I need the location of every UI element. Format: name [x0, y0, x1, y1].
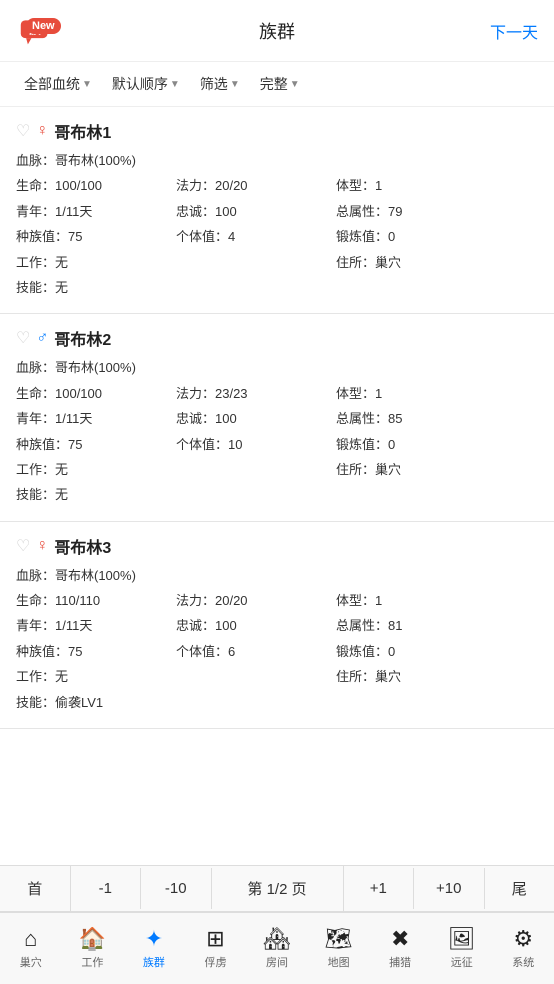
mp: 法力：20/20: [176, 589, 336, 612]
bloodline: 血脉：哥布林(100%): [16, 356, 538, 379]
filter-bar: 全部血统 ▼ 默认顺序 ▼ 筛选 ▼ 完整 ▼: [0, 62, 554, 107]
creature-name: 哥布林2: [54, 326, 111, 350]
app-icon: 族 New: [16, 12, 54, 50]
skill: 技能：无: [16, 483, 538, 506]
page-first-button[interactable]: 首: [0, 866, 71, 911]
heart-icon: ♡: [16, 328, 30, 348]
individual-val: 个体值：4: [176, 225, 336, 248]
bottom-navigation: ⌂ 巢穴 🏠 工作 ✦ 族群 ⊞ 俘虏 🏘 房间 🗺 地图 ✖ 捕猎 🖼 远征 …: [0, 912, 554, 984]
total-attr: 总属性：79: [336, 200, 538, 223]
gender-icon: ♀: [36, 537, 48, 555]
youth: 青年：1/11天: [16, 614, 176, 637]
hp: 生命：100/100: [16, 174, 176, 197]
page-prev10-button[interactable]: -10: [141, 868, 212, 909]
individual-val: 个体值：6: [176, 640, 336, 663]
tribe-icon: ✦: [145, 928, 163, 950]
loyalty: 忠诚：100: [176, 200, 336, 223]
tribe-val: 种族值：75: [16, 640, 176, 663]
bloodline: 血脉：哥布林(100%): [16, 149, 538, 172]
hp: 生命：110/110: [16, 589, 176, 612]
room-icon: 🏘: [263, 928, 291, 950]
total-attr: 总属性：81: [336, 614, 538, 637]
page-title: 族群: [259, 18, 295, 44]
filter-complete[interactable]: 完整 ▼: [252, 70, 308, 98]
mp: 法力：23/23: [176, 382, 336, 405]
list-item[interactable]: ♡ ♀ 哥布林3 血脉：哥布林(100%) 生命：110/110 法力：20/2…: [0, 522, 554, 729]
loyalty: 忠诚：100: [176, 407, 336, 430]
skill: 技能：无: [16, 276, 538, 299]
forge-val: 锻炼值：0: [336, 433, 538, 456]
work: 工作：无: [16, 458, 176, 481]
pagination-bar: 首 -1 -10 第 1/2 页 +1 +10 尾: [0, 865, 554, 912]
body: 体型：1: [336, 382, 538, 405]
page-last-button[interactable]: 尾: [485, 866, 554, 911]
bloodline: 血脉：哥布林(100%): [16, 564, 538, 587]
hunt-icon: ✖: [391, 928, 409, 950]
page-prev1-button[interactable]: -1: [71, 868, 142, 909]
creature-list: ♡ ♀ 哥布林1 血脉：哥布林(100%) 生命：100/100 法力：20/2…: [0, 107, 554, 865]
work: 工作：无: [16, 665, 176, 688]
nav-item-nest[interactable]: ⌂ 巢穴: [0, 913, 62, 984]
filter-order[interactable]: 默认顺序 ▼: [104, 70, 188, 98]
header: 族 New 族群 下一天: [0, 0, 554, 62]
filter-screen[interactable]: 筛选 ▼: [192, 70, 248, 98]
nest-icon: ⌂: [24, 928, 37, 950]
chevron-down-icon: ▼: [170, 79, 180, 90]
work: 工作：无: [16, 251, 176, 274]
youth: 青年：1/11天: [16, 200, 176, 223]
new-badge: New: [26, 18, 61, 34]
chevron-down-icon: ▼: [290, 79, 300, 90]
forge-val: 锻炼值：0: [336, 640, 538, 663]
gender-icon: ♀: [36, 122, 48, 140]
mp: 法力：20/20: [176, 174, 336, 197]
nav-item-tribe[interactable]: ✦ 族群: [123, 913, 185, 984]
list-item[interactable]: ♡ ♀ 哥布林1 血脉：哥布林(100%) 生命：100/100 法力：20/2…: [0, 107, 554, 314]
nav-item-system[interactable]: ⚙ 系统: [493, 913, 554, 984]
creature-name: 哥布林1: [54, 119, 111, 143]
nav-item-expedition[interactable]: 🖼 远征: [431, 913, 493, 984]
loyalty: 忠诚：100: [176, 614, 336, 637]
system-icon: ⚙: [513, 928, 533, 950]
chevron-down-icon: ▼: [230, 79, 240, 90]
tribe-val: 种族值：75: [16, 433, 176, 456]
hp: 生命：100/100: [16, 382, 176, 405]
prisoner-icon: ⊞: [206, 928, 224, 950]
filter-bloodline[interactable]: 全部血统 ▼: [16, 70, 100, 98]
nav-item-work[interactable]: 🏠 工作: [62, 913, 124, 984]
nav-item-hunt[interactable]: ✖ 捕猎: [369, 913, 431, 984]
youth: 青年：1/11天: [16, 407, 176, 430]
creature-name: 哥布林3: [54, 534, 111, 558]
chevron-down-icon: ▼: [82, 79, 92, 90]
skill: 技能：偷袭LV1: [16, 691, 538, 714]
heart-icon: ♡: [16, 121, 30, 141]
gender-icon: ♂: [36, 329, 48, 347]
page-next10-button[interactable]: +10: [414, 868, 485, 909]
individual-val: 个体值：10: [176, 433, 336, 456]
forge-val: 锻炼值：0: [336, 225, 538, 248]
nav-item-prisoner[interactable]: ⊞ 俘虏: [185, 913, 247, 984]
body: 体型：1: [336, 174, 538, 197]
total-attr: 总属性：85: [336, 407, 538, 430]
home: 住所：巢穴: [336, 251, 538, 274]
page-info: 第 1/2 页: [212, 866, 344, 911]
body: 体型：1: [336, 589, 538, 612]
home: 住所：巢穴: [336, 665, 538, 688]
nav-item-room[interactable]: 🏘 房间: [246, 913, 308, 984]
list-item[interactable]: ♡ ♂ 哥布林2 血脉：哥布林(100%) 生命：100/100 法力：23/2…: [0, 314, 554, 521]
nav-item-map[interactable]: 🗺 地图: [308, 913, 370, 984]
next-day-button[interactable]: 下一天: [490, 19, 538, 43]
page-next1-button[interactable]: +1: [344, 868, 415, 909]
tribe-val: 种族值：75: [16, 225, 176, 248]
expedition-icon: 🖼: [448, 928, 476, 950]
home: 住所：巢穴: [336, 458, 538, 481]
work-icon: 🏠: [79, 928, 106, 950]
map-icon: 🗺: [325, 928, 353, 950]
heart-icon: ♡: [16, 536, 30, 556]
